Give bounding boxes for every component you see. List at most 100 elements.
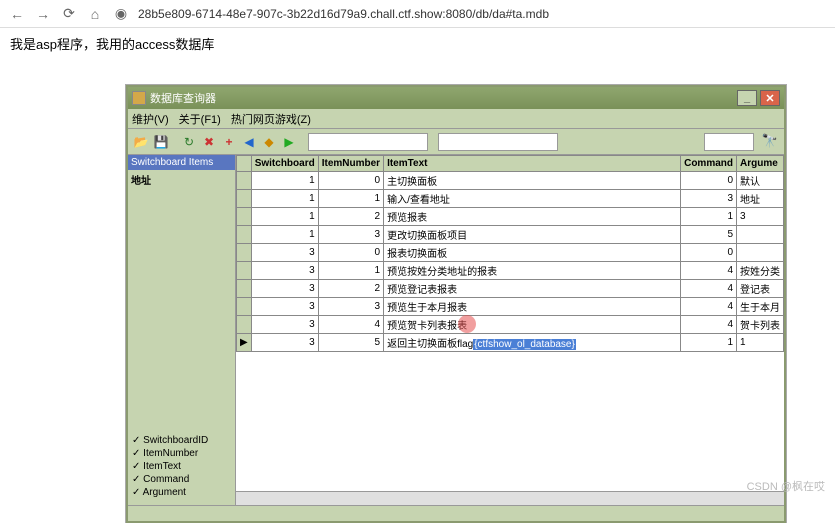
table-row[interactable]: 10主切换面板0默认 <box>237 172 784 190</box>
cell[interactable]: 默认 <box>737 172 784 190</box>
cell[interactable]: 4 <box>681 316 737 334</box>
cell[interactable]: 3 <box>251 334 318 352</box>
table-row[interactable]: ▶35返回主切换面板flag{ctfshow_ol_database}11 <box>237 334 784 352</box>
menu-about[interactable]: 关于(F1) <box>179 111 221 127</box>
cell[interactable]: 预览登记表报表 <box>384 280 681 298</box>
table-row[interactable]: 13更改切换面板项目5 <box>237 226 784 244</box>
home-icon[interactable]: ⌂ <box>86 5 104 23</box>
cell[interactable]: 1 <box>251 172 318 190</box>
cell[interactable] <box>737 244 784 262</box>
table-row[interactable]: 11输入/查看地址3地址 <box>237 190 784 208</box>
dropdown-3[interactable] <box>704 133 754 151</box>
row-header[interactable]: ▶ <box>237 334 252 352</box>
col-switchboard[interactable]: Switchboard <box>251 156 318 172</box>
cell[interactable]: 返回主切换面板flag{ctfshow_ol_database} <box>384 334 681 352</box>
sidebar-table-selected[interactable]: Switchboard Items <box>128 155 235 170</box>
col-command[interactable]: Command <box>681 156 737 172</box>
dropdown-2[interactable] <box>438 133 558 151</box>
cell[interactable]: 0 <box>681 172 737 190</box>
table-row[interactable]: 30报表切换面板0 <box>237 244 784 262</box>
save-icon[interactable]: 💾 <box>152 133 170 151</box>
col-itemtext[interactable]: ItemText <box>384 156 681 172</box>
cell[interactable]: 报表切换面板 <box>384 244 681 262</box>
row-header[interactable] <box>237 262 252 280</box>
cell[interactable]: 生于本月 <box>737 298 784 316</box>
row-header[interactable] <box>237 298 252 316</box>
delete-icon[interactable]: ✖ <box>200 133 218 151</box>
cell[interactable]: 1 <box>681 208 737 226</box>
data-table[interactable]: Switchboard ItemNumber ItemText Command … <box>236 155 784 352</box>
cell[interactable]: 3 <box>737 208 784 226</box>
cell[interactable]: 预览贺卡列表报表 <box>384 316 681 334</box>
cell[interactable]: 3 <box>251 280 318 298</box>
binoculars-icon[interactable]: 🔭 <box>760 133 780 151</box>
cell[interactable]: 4 <box>681 298 737 316</box>
cell[interactable]: 3 <box>318 298 383 316</box>
cell[interactable]: 1 <box>318 190 383 208</box>
dropdown-1[interactable] <box>308 133 428 151</box>
stop-icon[interactable]: ◆ <box>260 133 278 151</box>
row-header[interactable] <box>237 208 252 226</box>
reload-icon[interactable]: ⟳ <box>60 5 78 23</box>
field-check[interactable]: SwitchboardID <box>132 434 208 447</box>
cell[interactable]: 3 <box>251 316 318 334</box>
cell[interactable]: 1 <box>318 262 383 280</box>
cell[interactable]: 贺卡列表 <box>737 316 784 334</box>
row-header[interactable] <box>237 226 252 244</box>
row-header[interactable] <box>237 244 252 262</box>
cell[interactable]: 0 <box>681 244 737 262</box>
cell[interactable]: 1 <box>251 208 318 226</box>
row-header[interactable] <box>237 190 252 208</box>
cell[interactable]: 预览生于本月报表 <box>384 298 681 316</box>
cell[interactable]: 登记表 <box>737 280 784 298</box>
sidebar-table-item[interactable]: 地址 <box>128 170 235 189</box>
cell[interactable]: 4 <box>318 316 383 334</box>
cell[interactable]: 更改切换面板项目 <box>384 226 681 244</box>
add-icon[interactable]: + <box>220 133 238 151</box>
cell[interactable]: 预览按姓分类地址的报表 <box>384 262 681 280</box>
field-check[interactable]: Argument <box>132 486 208 499</box>
table-row[interactable]: 33预览生于本月报表4生于本月 <box>237 298 784 316</box>
cell[interactable]: 地址 <box>737 190 784 208</box>
url-text[interactable]: 28b5e809-6714-48e7-907c-3b22d16d79a9.cha… <box>138 7 549 21</box>
next-icon[interactable]: ▶ <box>280 133 298 151</box>
cell[interactable]: 1 <box>737 334 784 352</box>
cell[interactable]: 5 <box>681 226 737 244</box>
table-row[interactable]: 32预览登记表报表4登记表 <box>237 280 784 298</box>
cell[interactable]: 3 <box>251 262 318 280</box>
menu-maintain[interactable]: 维护(V) <box>132 111 169 127</box>
field-check[interactable]: Command <box>132 473 208 486</box>
cell[interactable]: 4 <box>681 262 737 280</box>
cell[interactable] <box>737 226 784 244</box>
table-row[interactable]: 34预览贺卡列表报表4贺卡列表 <box>237 316 784 334</box>
close-button[interactable]: ✕ <box>760 90 780 106</box>
col-itemnumber[interactable]: ItemNumber <box>318 156 383 172</box>
open-icon[interactable]: 📂 <box>132 133 150 151</box>
cell[interactable]: 3 <box>251 244 318 262</box>
cell[interactable]: 1 <box>251 190 318 208</box>
cell[interactable]: 3 <box>318 226 383 244</box>
cell[interactable]: 按姓分类 <box>737 262 784 280</box>
cell[interactable]: 2 <box>318 208 383 226</box>
forward-icon[interactable]: → <box>34 5 52 23</box>
field-check[interactable]: ItemText <box>132 460 208 473</box>
cell[interactable]: 5 <box>318 334 383 352</box>
cell[interactable]: 0 <box>318 172 383 190</box>
back-icon[interactable]: ← <box>8 5 26 23</box>
cell[interactable]: 4 <box>681 280 737 298</box>
table-row[interactable]: 12预览报表13 <box>237 208 784 226</box>
cell[interactable]: 1 <box>681 334 737 352</box>
menu-games[interactable]: 热门网页游戏(Z) <box>231 111 311 127</box>
cell[interactable]: 2 <box>318 280 383 298</box>
refresh-icon[interactable]: ↻ <box>180 133 198 151</box>
minimize-button[interactable]: _ <box>737 90 757 106</box>
cell[interactable]: 3 <box>251 298 318 316</box>
horizontal-scrollbar[interactable] <box>236 491 784 505</box>
cell[interactable]: 3 <box>681 190 737 208</box>
cell[interactable]: 预览报表 <box>384 208 681 226</box>
row-header[interactable] <box>237 316 252 334</box>
cell[interactable]: 主切换面板 <box>384 172 681 190</box>
cell[interactable]: 1 <box>251 226 318 244</box>
field-check[interactable]: ItemNumber <box>132 447 208 460</box>
row-header[interactable] <box>237 280 252 298</box>
